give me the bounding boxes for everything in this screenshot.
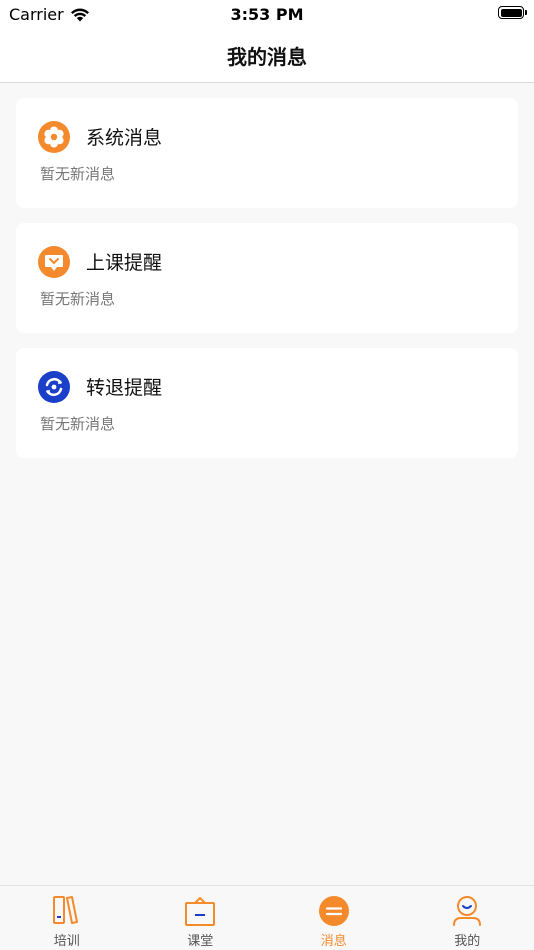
battery-icon: [498, 6, 527, 19]
message-card-system[interactable]: 系统消息 暂无新消息: [16, 98, 518, 208]
tab-label: 我的: [454, 934, 481, 949]
tab-label: 消息: [320, 934, 347, 949]
status-time: 3:53 PM: [230, 5, 304, 24]
message-icon: [318, 896, 349, 926]
tab-messages[interactable]: 消息: [267, 886, 401, 950]
message-subtitle: 暂无新消息: [40, 290, 116, 308]
status-bar: Carrier 3:53 PM: [0, 0, 534, 28]
message-card-class-reminder[interactable]: 上课提醒 暂无新消息: [16, 223, 518, 333]
message-title: 转退提醒: [86, 377, 163, 399]
classroom-icon: [185, 897, 216, 926]
tab-training[interactable]: 培训: [0, 886, 134, 950]
profile-icon: [453, 896, 482, 926]
tab-classroom[interactable]: 课堂: [134, 886, 268, 950]
tab-label: 培训: [53, 934, 80, 949]
page-title: 我的消息: [227, 45, 307, 69]
chat-icon: [38, 246, 70, 278]
message-list: 系统消息 暂无新消息 上课提醒 暂无新消息 转退提醒 暂无新消息: [16, 98, 518, 473]
gear-icon: [38, 121, 70, 153]
nav-bar: 我的消息: [0, 28, 534, 83]
message-subtitle: 暂无新消息: [40, 165, 116, 183]
message-title: 系统消息: [86, 127, 163, 149]
tab-profile[interactable]: 我的: [401, 886, 534, 950]
tab-label: 课堂: [187, 934, 214, 949]
book-icon: [52, 896, 78, 924]
message-title: 上课提醒: [86, 252, 163, 274]
transfer-icon: [38, 371, 70, 403]
screen: Carrier 3:53 PM 我的消息 系统消息 暂无新消息 上课提醒 暂无新…: [0, 0, 534, 950]
message-card-transfer-reminder[interactable]: 转退提醒 暂无新消息: [16, 348, 518, 458]
message-subtitle: 暂无新消息: [40, 415, 116, 433]
tab-bar: 培训 课堂 消息 我的: [0, 885, 534, 950]
